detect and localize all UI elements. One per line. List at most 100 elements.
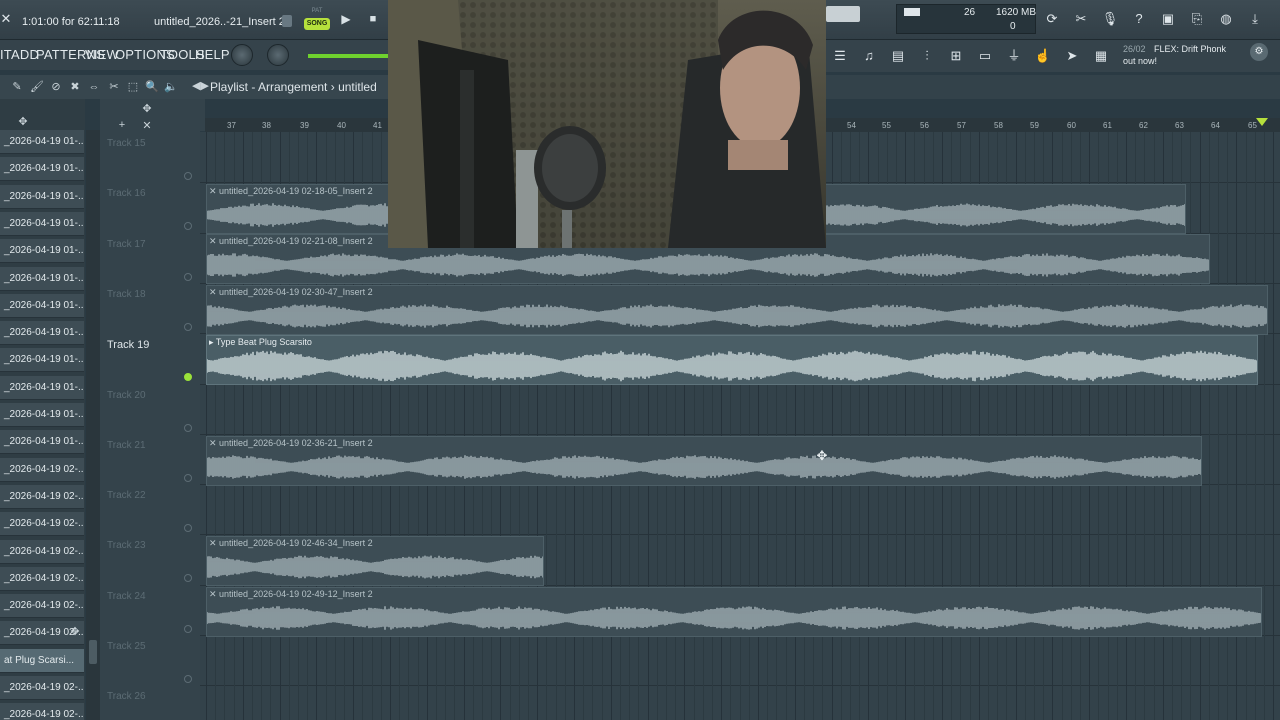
- plugin-database-icon[interactable]: ⎘: [1186, 8, 1208, 30]
- channel-rack-icon[interactable]: ▤: [887, 45, 909, 67]
- audio-clip[interactable]: ✕ untitled_2026-04-19 02-36-21_Insert 2: [206, 436, 1202, 486]
- select-icon[interactable]: ⬚: [126, 79, 140, 95]
- picker-item[interactable]: _2026-04-19 02-...: [0, 539, 84, 564]
- track-mute-led[interactable]: [184, 624, 192, 633]
- master-pitch-knob[interactable]: [267, 44, 289, 66]
- save-icon[interactable]: ▣: [1157, 8, 1179, 30]
- track-mute-led[interactable]: [184, 473, 192, 482]
- undo-icon[interactable]: ⟳: [1041, 8, 1063, 30]
- track-name[interactable]: Track 22: [107, 490, 146, 501]
- track-name[interactable]: Track 23: [107, 540, 146, 551]
- send-icon[interactable]: ➤: [1061, 45, 1083, 67]
- track-name[interactable]: Track 19: [107, 339, 149, 351]
- picker-item[interactable]: _2026-04-19 02-...: [0, 703, 84, 720]
- track-mute-led[interactable]: [184, 675, 192, 683]
- picker-item[interactable]: at Plug Scarsi...: [0, 648, 84, 673]
- shop-icon[interactable]: ▦: [1090, 45, 1112, 67]
- track-name[interactable]: Track 18: [107, 289, 146, 300]
- playback-icon[interactable]: 🔈: [164, 79, 178, 95]
- picker-drag-icon[interactable]: ✥: [68, 624, 82, 640]
- metronome-icon[interactable]: ✂: [1070, 8, 1092, 30]
- help-icon[interactable]: ?: [1128, 8, 1150, 30]
- picker-item[interactable]: _2026-04-19 01-...: [0, 239, 84, 264]
- picker-item[interactable]: _2026-04-19 01-...: [0, 403, 84, 427]
- playlist-title-text: Playlist - Arrangement: [210, 80, 328, 94]
- song-end-marker[interactable]: [1256, 118, 1268, 126]
- news-settings-icon[interactable]: ⚙: [1250, 43, 1268, 61]
- slice-icon[interactable]: ✂: [107, 79, 121, 95]
- touch-icon[interactable]: ☝: [1032, 45, 1054, 67]
- picker-item[interactable]: _2026-04-19 01-...: [0, 184, 84, 209]
- pattern-clip[interactable]: ▸ Type Beat Plug Scarsito: [206, 335, 1258, 385]
- track-name[interactable]: Track 24: [107, 591, 146, 602]
- master-volume-knob[interactable]: [231, 44, 253, 66]
- track-name[interactable]: Track 16: [107, 188, 146, 199]
- ruler-bar-number: 59: [1030, 121, 1039, 130]
- menu-add[interactable]: ADD: [11, 47, 39, 62]
- stop-button[interactable]: ■: [364, 10, 382, 28]
- grid-line: [1273, 132, 1275, 720]
- clip-name: ✕ untitled_2026-04-19 02-36-21_Insert 2: [209, 438, 373, 448]
- picker-item[interactable]: _2026-04-19 01-...: [0, 321, 84, 346]
- ruler-bar-number: 57: [957, 121, 966, 130]
- play-button[interactable]: ▶: [337, 10, 355, 28]
- picker-scrollbar[interactable]: [86, 130, 100, 720]
- mixer-icon[interactable]: ⫶: [916, 45, 938, 67]
- clip-name: ✕ untitled_2026-04-19 02-46-34_Insert 2: [209, 538, 373, 548]
- slip-icon[interactable]: ⇔: [87, 79, 101, 95]
- pencil-icon[interactable]: ✎: [10, 79, 24, 95]
- picker-item[interactable]: _2026-04-19 02-...: [0, 594, 84, 619]
- song-mode-toggle[interactable]: SONG: [304, 18, 330, 30]
- clip-name: ▸ Type Beat Plug Scarsito: [209, 337, 312, 347]
- track-name[interactable]: Track 21: [107, 440, 146, 451]
- delete-icon[interactable]: ⊘: [49, 79, 63, 95]
- close-icon[interactable]: ✕: [0, 8, 12, 30]
- tempo-display[interactable]: [826, 6, 860, 22]
- playlist-icon[interactable]: ☰: [829, 45, 851, 67]
- news-subline[interactable]: out now!: [1123, 56, 1157, 66]
- audio-clip[interactable]: ✕ untitled_2026-04-19 02-30-47_Insert 2: [206, 285, 1268, 335]
- mute-icon[interactable]: ✖: [68, 79, 82, 95]
- picker-move-icon[interactable]: ✥: [16, 114, 30, 130]
- browser-icon[interactable]: ⊞: [945, 45, 967, 67]
- picker-item[interactable]: _2026-04-19 01-...: [0, 430, 84, 455]
- audio-clip[interactable]: ✕ untitled_2026-04-19 02-49-12_Insert 2: [206, 587, 1262, 637]
- track-mute-led[interactable]: [184, 322, 192, 331]
- picker-item[interactable]: _2026-04-19 01-...: [0, 157, 84, 182]
- picker-item[interactable]: _2026-04-19 02-...: [0, 457, 84, 482]
- paint-icon[interactable]: 🖌: [30, 79, 44, 95]
- picker-item[interactable]: _2026-04-19 01-...: [0, 375, 84, 400]
- playlist-arrow-icon[interactable]: ◀▶: [192, 79, 209, 92]
- track-name[interactable]: Track 20: [107, 390, 146, 401]
- track-mute-led[interactable]: [184, 423, 192, 432]
- picker-item[interactable]: _2026-04-19 02-...: [0, 566, 84, 591]
- track-name[interactable]: Track 25: [107, 641, 146, 652]
- picker-item[interactable]: _2026-04-19 02-...: [0, 676, 84, 700]
- picker-item[interactable]: _2026-04-19 02-...: [0, 484, 84, 509]
- pattern-mode-toggle[interactable]: PAT: [304, 8, 330, 16]
- picker-item[interactable]: _2026-04-19 01-...: [0, 293, 84, 318]
- picker-item[interactable]: _2026-04-19 01-...: [0, 130, 84, 154]
- picker-item[interactable]: _2026-04-19 01-...: [0, 211, 84, 236]
- picker-item[interactable]: _2026-04-19 01-...: [0, 266, 84, 291]
- track-name[interactable]: Track 17: [107, 239, 146, 250]
- news-headline[interactable]: FLEX: Drift Phonk: [1154, 44, 1226, 54]
- picker-item[interactable]: _2026-04-19 01-...: [0, 348, 84, 373]
- record-icon[interactable]: 🎙: [1099, 8, 1121, 30]
- piano-roll-icon[interactable]: ♫: [858, 45, 880, 67]
- snap-icon[interactable]: ✥: [140, 101, 154, 117]
- project-icon[interactable]: ▭: [974, 45, 996, 67]
- track-name[interactable]: Track 15: [107, 138, 146, 149]
- menu-view[interactable]: VIEW: [85, 47, 119, 62]
- track-name[interactable]: Track 26: [107, 691, 146, 702]
- picker-scroll-thumb[interactable]: [89, 640, 97, 664]
- audio-clip[interactable]: ✕ untitled_2026-04-19 02-46-34_Insert 2: [206, 536, 544, 586]
- chat-icon[interactable]: ◍: [1215, 8, 1237, 30]
- picker-item[interactable]: _2026-04-19 02-...: [0, 512, 84, 537]
- track-mute-led[interactable]: [184, 272, 192, 281]
- menu-help[interactable]: HELP: [195, 47, 230, 62]
- download-icon[interactable]: ⤓: [1244, 8, 1266, 30]
- zoom-icon[interactable]: 🔍: [145, 79, 159, 95]
- track-mute-led[interactable]: [184, 172, 192, 180]
- plugin-icon[interactable]: ⏚: [1003, 45, 1025, 67]
